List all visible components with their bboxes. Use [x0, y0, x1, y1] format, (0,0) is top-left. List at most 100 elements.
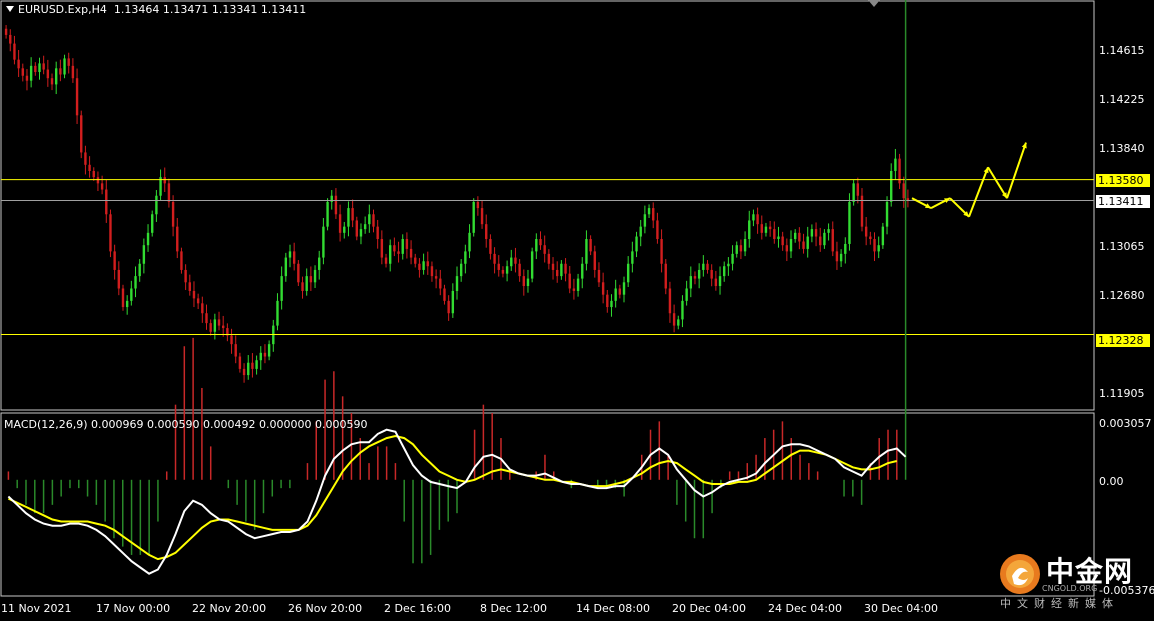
- candle-body: [727, 263, 730, 267]
- candle-body: [34, 65, 37, 73]
- candle-body: [514, 257, 517, 264]
- candle-body: [176, 226, 179, 252]
- candle-body: [556, 269, 559, 277]
- candle-body: [789, 239, 793, 252]
- candle-body: [42, 63, 45, 70]
- candle-body: [4, 28, 8, 35]
- candle-body: [422, 261, 425, 270]
- candle-body: [823, 232, 826, 246]
- candle-body: [46, 69, 50, 79]
- candle-body: [196, 298, 200, 304]
- ohlc-values: 1.13464 1.13471 1.13341 1.13411: [113, 3, 307, 16]
- candle-body: [547, 253, 551, 264]
- chart-window[interactable]: EURUSD.Exp,H4 1.13464 1.13471 1.13341 1.…: [0, 0, 1154, 621]
- candle-body: [785, 245, 789, 252]
- brand-logo-icon: [1000, 554, 1040, 594]
- candle-body: [75, 78, 79, 116]
- candle-body: [167, 183, 171, 202]
- candle-body: [672, 313, 676, 326]
- candle-body: [267, 344, 271, 357]
- candle-body: [576, 278, 580, 291]
- resistance-price-tag: 1.13580: [1096, 174, 1150, 187]
- candle-body: [217, 319, 221, 326]
- candle-body: [714, 278, 718, 287]
- candle-body: [631, 251, 634, 264]
- candle-body: [614, 288, 617, 301]
- candle-body: [681, 300, 684, 320]
- price-axis-label: 1.13065: [1099, 240, 1145, 253]
- candle-body: [656, 220, 659, 240]
- candle-body: [814, 229, 818, 237]
- brand-tagline: 中文财经新媒体: [1000, 597, 1119, 610]
- macd-indicator-label[interactable]: MACD(12,26,9) 0.000969 0.000590 0.000492…: [4, 418, 367, 431]
- candle-body: [526, 278, 530, 287]
- chart-title[interactable]: EURUSD.Exp,H4 1.13464 1.13471 1.13341 1.…: [6, 3, 306, 16]
- candle-body: [485, 224, 488, 240]
- candle-body: [188, 282, 191, 291]
- candle-body: [743, 239, 747, 252]
- candle-body: [380, 239, 384, 258]
- candle-body: [263, 352, 267, 357]
- candle-body: [839, 253, 843, 262]
- candle-body: [881, 226, 885, 246]
- candle-body: [831, 229, 834, 252]
- candle-body: [109, 214, 112, 252]
- brand-domain: CNGOLD.ORG: [1042, 584, 1098, 593]
- candle-body: [13, 43, 16, 60]
- candle-body: [664, 263, 667, 289]
- candle-body: [819, 236, 822, 246]
- candle-body: [259, 352, 262, 361]
- candle-body: [54, 68, 58, 85]
- candle-body: [125, 300, 129, 308]
- candle-body: [894, 158, 897, 171]
- candle-body: [518, 263, 521, 277]
- candle-body: [59, 68, 62, 75]
- candle-body: [464, 251, 467, 264]
- candle-body: [489, 239, 492, 254]
- forecast-segment: [1006, 142, 1027, 199]
- candle-body: [439, 278, 442, 289]
- candle-body: [142, 245, 146, 264]
- candle-body: [71, 65, 75, 79]
- candle-body: [251, 362, 254, 369]
- candle-body: [810, 229, 814, 237]
- horizontal-levels[interactable]: [1, 179, 1094, 336]
- candle-body: [213, 319, 217, 332]
- time-axis-label: 24 Dec 04:00: [768, 602, 842, 615]
- time-axis-label: 14 Dec 08:00: [576, 602, 650, 615]
- candle-body: [781, 236, 784, 246]
- candle-body: [455, 276, 459, 291]
- candle-body: [480, 208, 484, 225]
- chevron-down-icon[interactable]: [6, 6, 14, 12]
- candle-body: [693, 276, 697, 279]
- candle-body: [276, 300, 279, 326]
- candle-body: [885, 201, 889, 227]
- candle-body: [581, 263, 584, 279]
- candle-body: [297, 263, 300, 283]
- candle-body: [309, 276, 313, 283]
- candle-body: [560, 263, 563, 277]
- candle-body: [535, 239, 538, 252]
- forecast-segment: [968, 166, 989, 218]
- candle-body: [84, 152, 87, 165]
- candle-body: [409, 248, 413, 258]
- price-axis-label: 1.14615: [1099, 44, 1145, 57]
- candle-body: [134, 276, 137, 289]
- candle-body: [827, 229, 830, 233]
- shift-marker-icon[interactable]: [868, 0, 880, 7]
- candle-body: [401, 239, 404, 254]
- candle-body: [459, 263, 463, 277]
- candle-body: [121, 288, 125, 308]
- candle-body: [117, 269, 121, 289]
- candle-body: [430, 266, 434, 277]
- candle-body: [856, 183, 860, 196]
- candle-body: [88, 164, 91, 171]
- candle-body: [768, 226, 772, 230]
- candle-body: [752, 214, 755, 221]
- candle-body: [501, 269, 505, 274]
- candle-body: [497, 263, 500, 270]
- price-chart-canvas[interactable]: [0, 0, 1154, 621]
- candle-body: [238, 356, 242, 369]
- candle-body: [151, 214, 154, 233]
- candle-body: [706, 263, 709, 270]
